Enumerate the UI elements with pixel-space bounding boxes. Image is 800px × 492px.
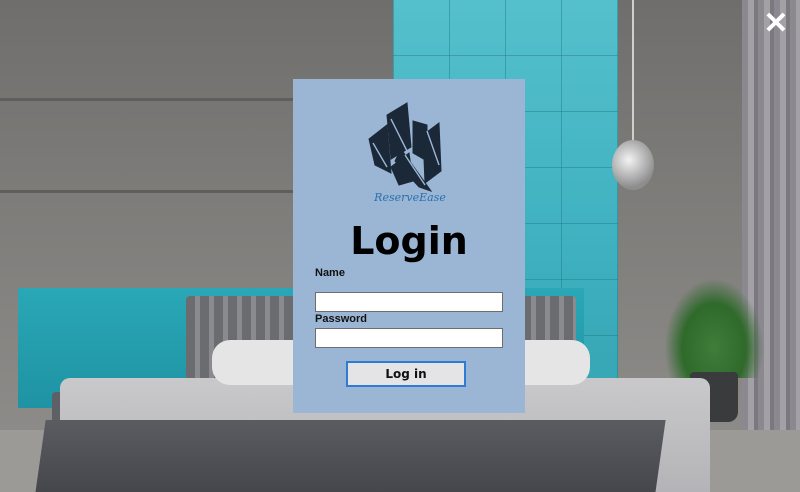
- close-button[interactable]: ✕: [762, 7, 790, 40]
- login-card: ReserveEase Login Name Password Log in: [293, 79, 525, 413]
- name-label: Name: [315, 267, 345, 279]
- lamp-cord: [632, 0, 634, 142]
- blanket: [34, 420, 666, 492]
- pendant-lamp: [612, 140, 654, 190]
- logo-text: ReserveEase: [373, 191, 446, 204]
- password-label: Password: [315, 313, 367, 325]
- login-button[interactable]: Log in: [346, 361, 466, 387]
- close-icon: ✕: [763, 7, 789, 40]
- curtain: [742, 0, 800, 470]
- city-buildings-logo-icon: ReserveEase: [368, 102, 446, 204]
- password-input[interactable]: [315, 328, 503, 348]
- page-title: Login: [350, 219, 468, 263]
- plant: [664, 278, 764, 378]
- name-input[interactable]: [315, 292, 503, 312]
